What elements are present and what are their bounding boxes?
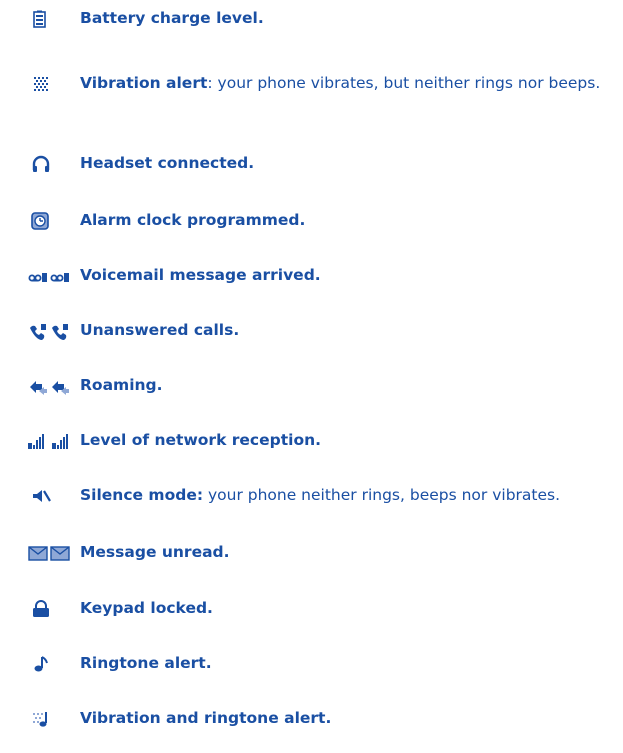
keypad-lock-icon <box>30 600 52 618</box>
item-text: Roaming. <box>80 374 620 397</box>
voicemail-icon <box>28 267 73 285</box>
roaming-icon <box>28 377 73 395</box>
item-term: Level of network reception. <box>80 431 322 449</box>
silence-icon <box>30 487 52 505</box>
item-text: Message unread. <box>80 541 620 564</box>
item-term: Headset connected. <box>80 154 255 172</box>
item-text: Keypad locked. <box>80 597 620 620</box>
headset-icon <box>30 155 52 173</box>
item-term: Roaming. <box>80 376 163 394</box>
item-term: Message unread. <box>80 543 230 561</box>
item-term: Unanswered calls. <box>80 321 240 339</box>
item-text: Vibration alert: your phone vibrates, bu… <box>80 72 610 95</box>
item-text: Vibration and ringtone alert. <box>80 707 620 730</box>
vibration-ringtone-icon <box>30 710 52 728</box>
item-term: Alarm clock programmed. <box>80 211 306 229</box>
missed-call-icon <box>28 322 73 340</box>
item-term: Vibration alert <box>80 74 208 92</box>
unread-message-icon <box>28 544 73 562</box>
item-text: Headset connected. <box>80 152 620 175</box>
item-term: Vibration and ringtone alert. <box>80 709 332 727</box>
item-text: Ringtone alert. <box>80 652 620 675</box>
vibration-icon <box>30 75 52 93</box>
item-text: Battery charge level. <box>80 7 620 30</box>
item-text: Alarm clock programmed. <box>80 209 620 232</box>
signal-strength-icon <box>27 432 75 450</box>
item-term: Voicemail message arrived. <box>80 266 321 284</box>
item-term: Keypad locked. <box>80 599 213 617</box>
item-term: Silence mode: <box>80 486 204 504</box>
item-text: Silence mode: your phone neither rings, … <box>80 484 620 507</box>
item-text: Unanswered calls. <box>80 319 620 342</box>
alarm-clock-icon <box>30 212 52 230</box>
item-text: Voicemail message arrived. <box>80 264 620 287</box>
item-term: Battery charge level. <box>80 9 264 27</box>
item-text: Level of network reception. <box>80 429 620 452</box>
item-desc: your phone neither rings, beeps nor vibr… <box>203 486 561 504</box>
item-term: Ringtone alert. <box>80 654 212 672</box>
ringtone-icon <box>30 655 52 673</box>
item-desc: : your phone vibrates, but neither rings… <box>207 74 601 92</box>
battery-icon <box>30 10 52 28</box>
